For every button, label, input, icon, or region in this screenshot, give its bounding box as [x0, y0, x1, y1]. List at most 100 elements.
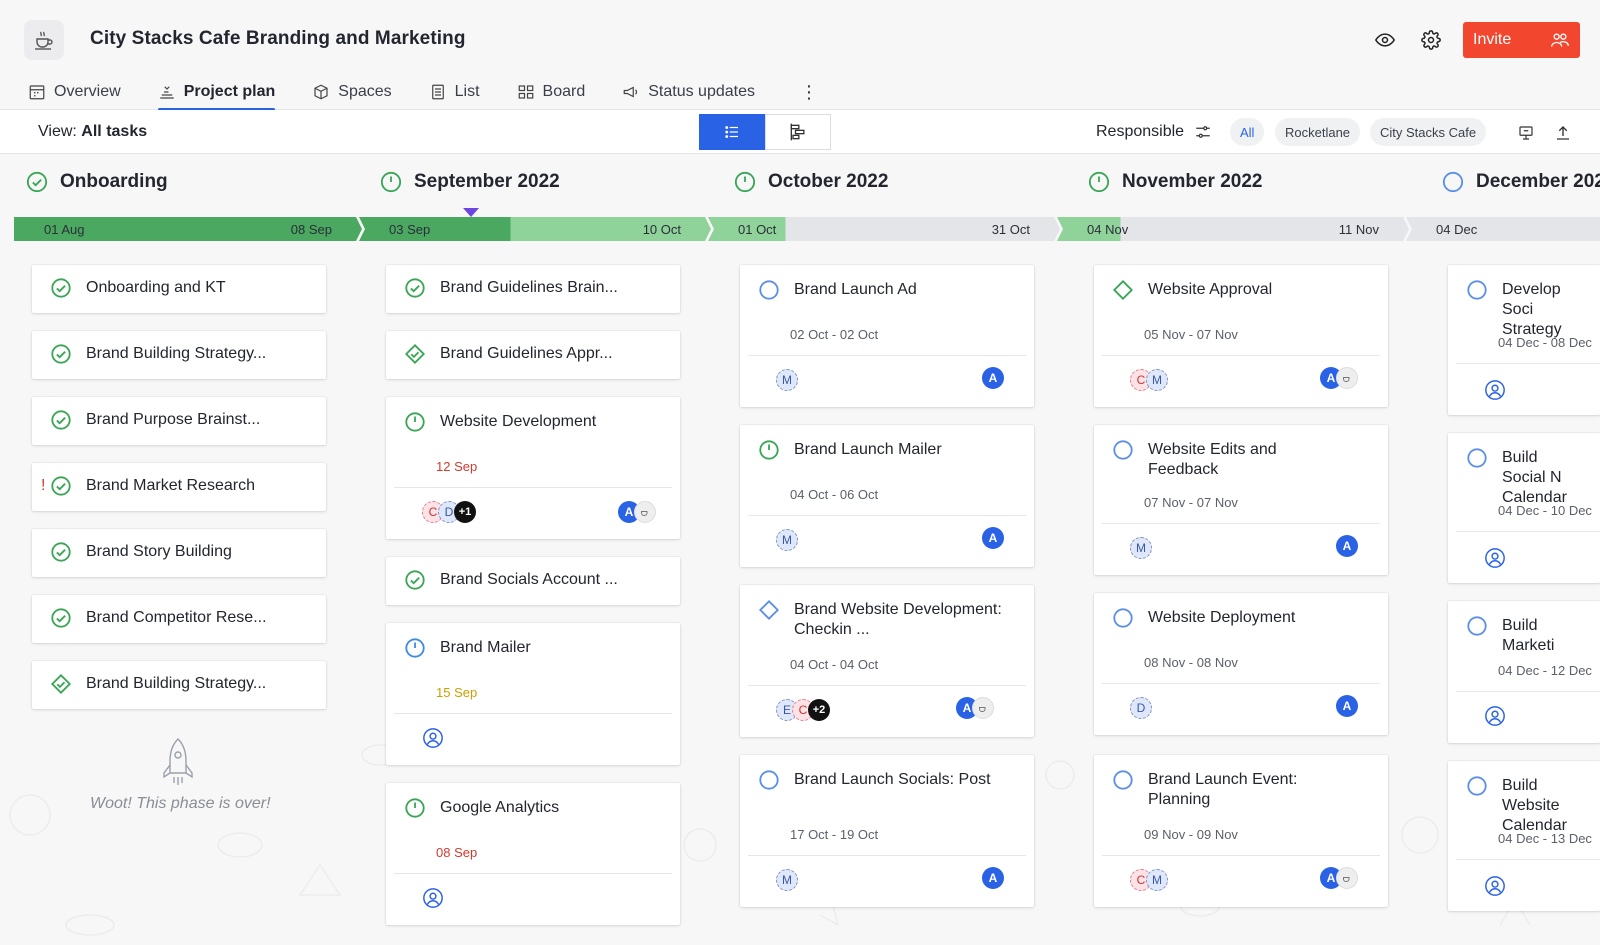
tab-spaces[interactable]: Spaces: [312, 74, 392, 110]
task-card[interactable]: Brand Story Building: [32, 529, 326, 577]
filter-chip-city-stacks-cafe[interactable]: City Stacks Cafe: [1370, 118, 1487, 146]
empty-circle-icon: [1467, 448, 1487, 468]
watch-button[interactable]: [1373, 28, 1397, 52]
filter-chip-rocketlane[interactable]: Rocketlane: [1275, 118, 1361, 146]
owner-avatar[interactable]: A: [1336, 695, 1358, 717]
task-card[interactable]: Brand Guidelines Brain...: [386, 265, 680, 313]
company-avatar[interactable]: [634, 501, 656, 523]
unassigned-user-icon[interactable]: [1484, 875, 1506, 897]
task-card[interactable]: Brand Guidelines Appr...: [386, 331, 680, 379]
tab-status-updates[interactable]: Status updates: [622, 74, 755, 110]
company-avatar[interactable]: [972, 697, 994, 719]
task-card[interactable]: Brand Launch Mailer 04 Oct - 06 Oct M A: [740, 425, 1034, 567]
card-assignees: [1484, 875, 1580, 901]
avatar[interactable]: M: [1146, 369, 1168, 391]
card-assignees: C M A: [1130, 867, 1368, 895]
tab-project-plan[interactable]: Project plan: [157, 74, 276, 111]
invite-button[interactable]: Invite: [1463, 22, 1580, 58]
avatar[interactable]: M: [776, 529, 798, 551]
task-card[interactable]: Build Social N Calendar 04 Dec - 10 Dec: [1448, 433, 1600, 583]
phase-header[interactable]: October 2022: [734, 171, 888, 193]
card-divider: [748, 355, 1026, 356]
owner-avatar[interactable]: A: [982, 527, 1004, 549]
task-card[interactable]: Website Development 12 Sep C D +1 A: [386, 397, 680, 539]
phase-header[interactable]: September 2022: [380, 171, 560, 193]
avatar[interactable]: M: [1130, 537, 1152, 559]
avatar-overflow-count[interactable]: +2: [808, 699, 830, 721]
avatar-overflow-count[interactable]: +1: [454, 501, 476, 523]
avatar[interactable]: M: [1146, 869, 1168, 891]
timeline-segment: 01 Oct 31 Oct: [708, 217, 1060, 241]
empty-circle-icon: [759, 280, 779, 300]
filter-chip-all[interactable]: All: [1230, 118, 1265, 146]
task-card[interactable]: Brand Launch Socials: Post 17 Oct - 19 O…: [740, 755, 1034, 907]
owner-avatar[interactable]: A: [1336, 535, 1358, 557]
more-tabs-button[interactable]: ⋮: [800, 74, 818, 110]
responsible-filter[interactable]: Responsible: [1096, 123, 1212, 141]
unassigned-user-icon[interactable]: [422, 727, 444, 749]
card-divider: [1102, 355, 1380, 356]
task-card[interactable]: Onboarding and KT: [32, 265, 326, 313]
task-card[interactable]: Brand Launch Ad 02 Oct - 02 Oct M A: [740, 265, 1034, 407]
task-title: Brand Guidelines Appr...: [440, 345, 613, 362]
milestone-diamond-check-icon: [404, 343, 426, 365]
present-button[interactable]: [1515, 122, 1537, 144]
timeline-segment: 01 Aug 08 Sep: [14, 217, 362, 241]
task-card[interactable]: Website Deployment 08 Nov - 08 Nov D A: [1094, 593, 1388, 735]
phase-header[interactable]: November 2022: [1088, 171, 1262, 193]
task-card[interactable]: Website Edits and Feedback 07 Nov - 07 N…: [1094, 425, 1388, 575]
task-card[interactable]: Brand Purpose Brainst...: [32, 397, 326, 445]
alert-flag: !: [41, 477, 46, 494]
project-logo[interactable]: [24, 20, 64, 60]
task-card[interactable]: Develop Soci Strategy 04 Dec - 08 Dec: [1448, 265, 1600, 415]
task-card[interactable]: Brand Building Strategy...: [32, 661, 326, 709]
tab-overview[interactable]: Overview: [28, 74, 121, 110]
task-card[interactable]: Brand Website Development: Checkin ... 0…: [740, 585, 1034, 737]
avatar[interactable]: D: [1130, 697, 1152, 719]
task-card[interactable]: Brand Socials Account ...: [386, 557, 680, 605]
phase-name: November 2022: [1122, 171, 1263, 192]
chip-label: All: [1240, 124, 1255, 140]
task-card[interactable]: Brand Mailer 15 Sep: [386, 623, 680, 765]
export-button[interactable]: [1552, 122, 1574, 144]
tab-list[interactable]: List: [429, 74, 480, 110]
task-title: Brand Building Strategy...: [86, 345, 267, 362]
phase-header[interactable]: Onboarding: [26, 171, 168, 193]
coffee-cup-icon: [979, 707, 986, 712]
task-card[interactable]: Brand Building Strategy...: [32, 331, 326, 379]
task-card[interactable]: Build Marketi 04 Dec - 12 Dec: [1448, 601, 1600, 743]
unassigned-user-icon[interactable]: [1484, 705, 1506, 727]
unassigned-user-icon[interactable]: [422, 887, 444, 909]
owner-avatar[interactable]: A: [982, 867, 1004, 889]
card-divider: [394, 487, 672, 488]
invite-label: Invite: [1473, 31, 1512, 48]
tab-board[interactable]: Board: [517, 74, 585, 110]
segment-end: 11 Nov: [1338, 221, 1379, 237]
task-date-range: 08 Nov - 08 Nov: [1144, 655, 1238, 670]
company-avatar[interactable]: [1336, 867, 1358, 889]
owner-avatar[interactable]: A: [982, 367, 1004, 389]
unassigned-user-icon[interactable]: [1484, 379, 1506, 401]
task-card[interactable]: Website Approval 05 Nov - 07 Nov C M A: [1094, 265, 1388, 407]
task-card[interactable]: Brand Launch Event: Planning 09 Nov - 09…: [1094, 755, 1388, 907]
task-card[interactable]: Google Analytics 08 Sep: [386, 783, 680, 925]
phase-header[interactable]: December 202: [1442, 171, 1600, 193]
card-assignees: [422, 727, 660, 753]
task-card[interactable]: ! Brand Market Research: [32, 463, 326, 511]
check-circle-icon: [26, 171, 48, 193]
check-circle-icon: [405, 570, 425, 590]
view-selector[interactable]: View: All tasks: [38, 123, 147, 141]
avatar[interactable]: M: [776, 869, 798, 891]
gantt-view-toggle[interactable]: [765, 114, 831, 150]
unassigned-user-icon[interactable]: [1484, 547, 1506, 569]
list-view-toggle[interactable]: [699, 114, 765, 150]
card-divider: [748, 855, 1026, 856]
company-avatar[interactable]: [1336, 367, 1358, 389]
tab-label: Project plan: [183, 83, 276, 100]
task-card[interactable]: Brand Competitor Rese...: [32, 595, 326, 643]
empty-circle-icon: [1113, 608, 1133, 628]
card-assignees: M A: [1130, 535, 1368, 563]
avatar[interactable]: M: [776, 369, 798, 391]
task-card[interactable]: Build Website Calendar 04 Dec - 13 Dec: [1448, 761, 1600, 911]
settings-button[interactable]: [1419, 28, 1443, 52]
